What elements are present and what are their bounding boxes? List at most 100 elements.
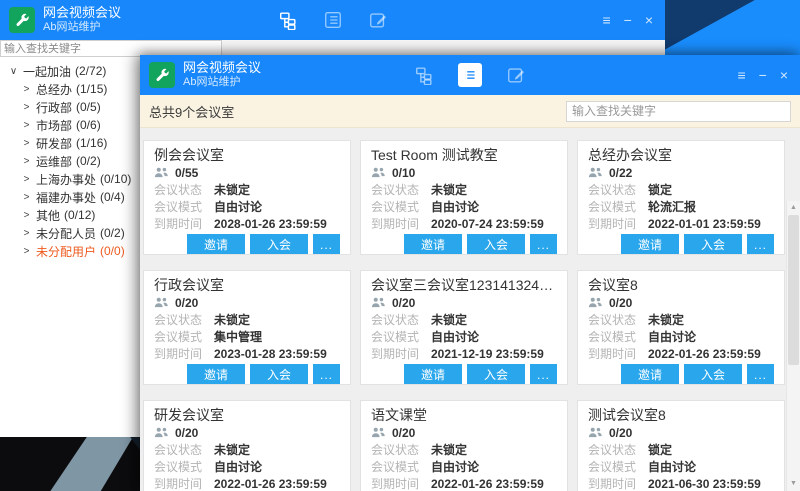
more-options-button[interactable]: ... [747, 234, 774, 255]
app-subtitle: Ab网站维护 [43, 21, 121, 35]
invite-button[interactable]: 邀请 [404, 364, 462, 385]
tree-expand-icon[interactable]: > [21, 138, 32, 149]
room-occupancy: 0/20 [588, 424, 774, 441]
menu-button[interactable]: ≡ [737, 68, 745, 82]
room-expire-value: 2021-06-30 23:59:59 [648, 477, 761, 491]
join-button[interactable]: 入会 [467, 364, 525, 385]
room-occupancy: 0/22 [588, 164, 774, 181]
invite-button[interactable]: 邀请 [187, 234, 245, 255]
tree-expand-icon[interactable]: > [21, 192, 32, 203]
room-expire-value: 2023-01-28 23:59:59 [214, 347, 327, 361]
tree-item-label: 市场部 [36, 117, 72, 134]
room-status-label: 会议状态 [371, 441, 431, 458]
room-mode-row: 会议模式 自由讨论 [154, 198, 340, 215]
more-options-button[interactable]: ... [747, 364, 774, 385]
menu-button[interactable]: ≡ [602, 13, 610, 27]
rooms-window-controls: ≡ − × [737, 55, 788, 95]
tree-expand-icon[interactable]: > [21, 246, 32, 257]
room-mode-value: 自由讨论 [214, 198, 262, 215]
minimize-button[interactable]: − [624, 13, 632, 27]
room-mode-label: 会议模式 [154, 458, 214, 475]
meeting-rooms-window: 网会视频会议 Ab网站维护 ≡ − × 总共9个会议室 [140, 55, 800, 491]
tree-expand-icon[interactable]: > [21, 84, 32, 95]
room-status-row: 会议状态 未锁定 [154, 181, 340, 198]
room-occupancy: 0/20 [371, 424, 557, 441]
org-chart-icon[interactable] [277, 9, 299, 31]
more-options-button[interactable]: ... [530, 364, 557, 385]
more-options-button[interactable]: ... [530, 234, 557, 255]
room-occupancy-count: 0/20 [392, 296, 415, 310]
room-status-row: 会议状态 锁定 [588, 441, 774, 458]
app-logo [9, 7, 35, 33]
close-button[interactable]: × [645, 13, 653, 27]
list-icon[interactable] [458, 63, 482, 87]
room-status-value: 未锁定 [214, 311, 250, 328]
tree-expand-icon[interactable]: ∨ [8, 66, 19, 77]
room-title: 语文课堂 [371, 406, 557, 424]
room-mode-row: 会议模式 轮流汇报 [588, 198, 774, 215]
meeting-room-card: 研发会议室 0/20 会议状态 未锁定 会议模式 自由讨论 到期时间 2022-… [143, 400, 351, 491]
tree-item-count: (0/5) [76, 100, 101, 114]
edit-icon[interactable] [505, 64, 527, 86]
join-button[interactable]: 入会 [467, 234, 525, 255]
room-mode-row: 会议模式 自由讨论 [371, 458, 557, 475]
invite-button[interactable]: 邀请 [404, 234, 462, 255]
join-button[interactable]: 入会 [684, 234, 742, 255]
tree-item-label: 未分配用户 [36, 243, 96, 260]
meeting-room-card: 测试会议室8 0/20 会议状态 锁定 会议模式 自由讨论 到期时间 2021-… [577, 400, 785, 491]
room-occupancy-count: 0/20 [175, 426, 198, 440]
scrollbar-thumb[interactable] [788, 215, 799, 365]
meeting-room-card: 例会会议室 0/55 会议状态 未锁定 会议模式 自由讨论 到期时间 2028-… [143, 140, 351, 255]
tree-expand-icon[interactable]: > [21, 102, 32, 113]
minimize-button[interactable]: − [759, 68, 767, 82]
tree-expand-icon[interactable]: > [21, 228, 32, 239]
edit-icon[interactable] [367, 9, 389, 31]
room-expire-value: 2028-01-26 23:59:59 [214, 217, 327, 231]
vertical-scrollbar[interactable]: ▲ ▼ [786, 201, 800, 491]
more-options-button[interactable]: ... [313, 364, 340, 385]
room-title: 行政会议室 [154, 276, 340, 294]
tree-item-count: (0/6) [76, 118, 101, 132]
room-title: Test Room 测试教室 [371, 146, 557, 164]
room-mode-value: 自由讨论 [431, 328, 479, 345]
tree-item-label: 总经办 [36, 81, 72, 98]
tree-item-label: 行政部 [36, 99, 72, 116]
invite-button[interactable]: 邀请 [621, 234, 679, 255]
rooms-search-input[interactable] [566, 101, 791, 122]
room-expire-label: 到期时间 [371, 475, 431, 491]
tree-expand-icon[interactable]: > [21, 210, 32, 221]
scroll-up-icon[interactable]: ▲ [787, 202, 800, 214]
close-button[interactable]: × [780, 68, 788, 82]
org-chart-icon[interactable] [413, 64, 435, 86]
scroll-down-icon[interactable]: ▼ [787, 478, 800, 490]
join-button[interactable]: 入会 [250, 234, 308, 255]
room-occupancy-count: 0/20 [392, 426, 415, 440]
tree-item-label: 运维部 [36, 153, 72, 170]
people-icon [588, 167, 603, 178]
rooms-list-area: 例会会议室 0/55 会议状态 未锁定 会议模式 自由讨论 到期时间 2028-… [140, 128, 800, 491]
room-mode-value: 轮流汇报 [648, 198, 696, 215]
wallpaper-navy-triangle [663, 0, 800, 55]
tree-expand-icon[interactable]: > [21, 174, 32, 185]
list-icon[interactable] [322, 9, 344, 31]
room-title: 会议室三会议室123141324141三会... [371, 276, 557, 294]
more-options-button[interactable]: ... [313, 234, 340, 255]
room-status-label: 会议状态 [371, 181, 431, 198]
invite-button[interactable]: 邀请 [621, 364, 679, 385]
room-mode-label: 会议模式 [371, 328, 431, 345]
room-expire-label: 到期时间 [371, 215, 431, 232]
tree-item-count: (0/2) [100, 226, 125, 240]
people-icon [371, 297, 386, 308]
invite-button[interactable]: 邀请 [187, 364, 245, 385]
join-button[interactable]: 入会 [684, 364, 742, 385]
room-occupancy-count: 0/10 [392, 166, 415, 180]
room-status-label: 会议状态 [154, 441, 214, 458]
room-title: 例会会议室 [154, 146, 340, 164]
room-occupancy: 0/55 [154, 164, 340, 181]
people-icon [588, 297, 603, 308]
room-occupancy: 0/20 [154, 294, 340, 311]
tree-expand-icon[interactable]: > [21, 156, 32, 167]
join-button[interactable]: 入会 [250, 364, 308, 385]
tree-expand-icon[interactable]: > [21, 120, 32, 131]
room-status-label: 会议状态 [154, 181, 214, 198]
